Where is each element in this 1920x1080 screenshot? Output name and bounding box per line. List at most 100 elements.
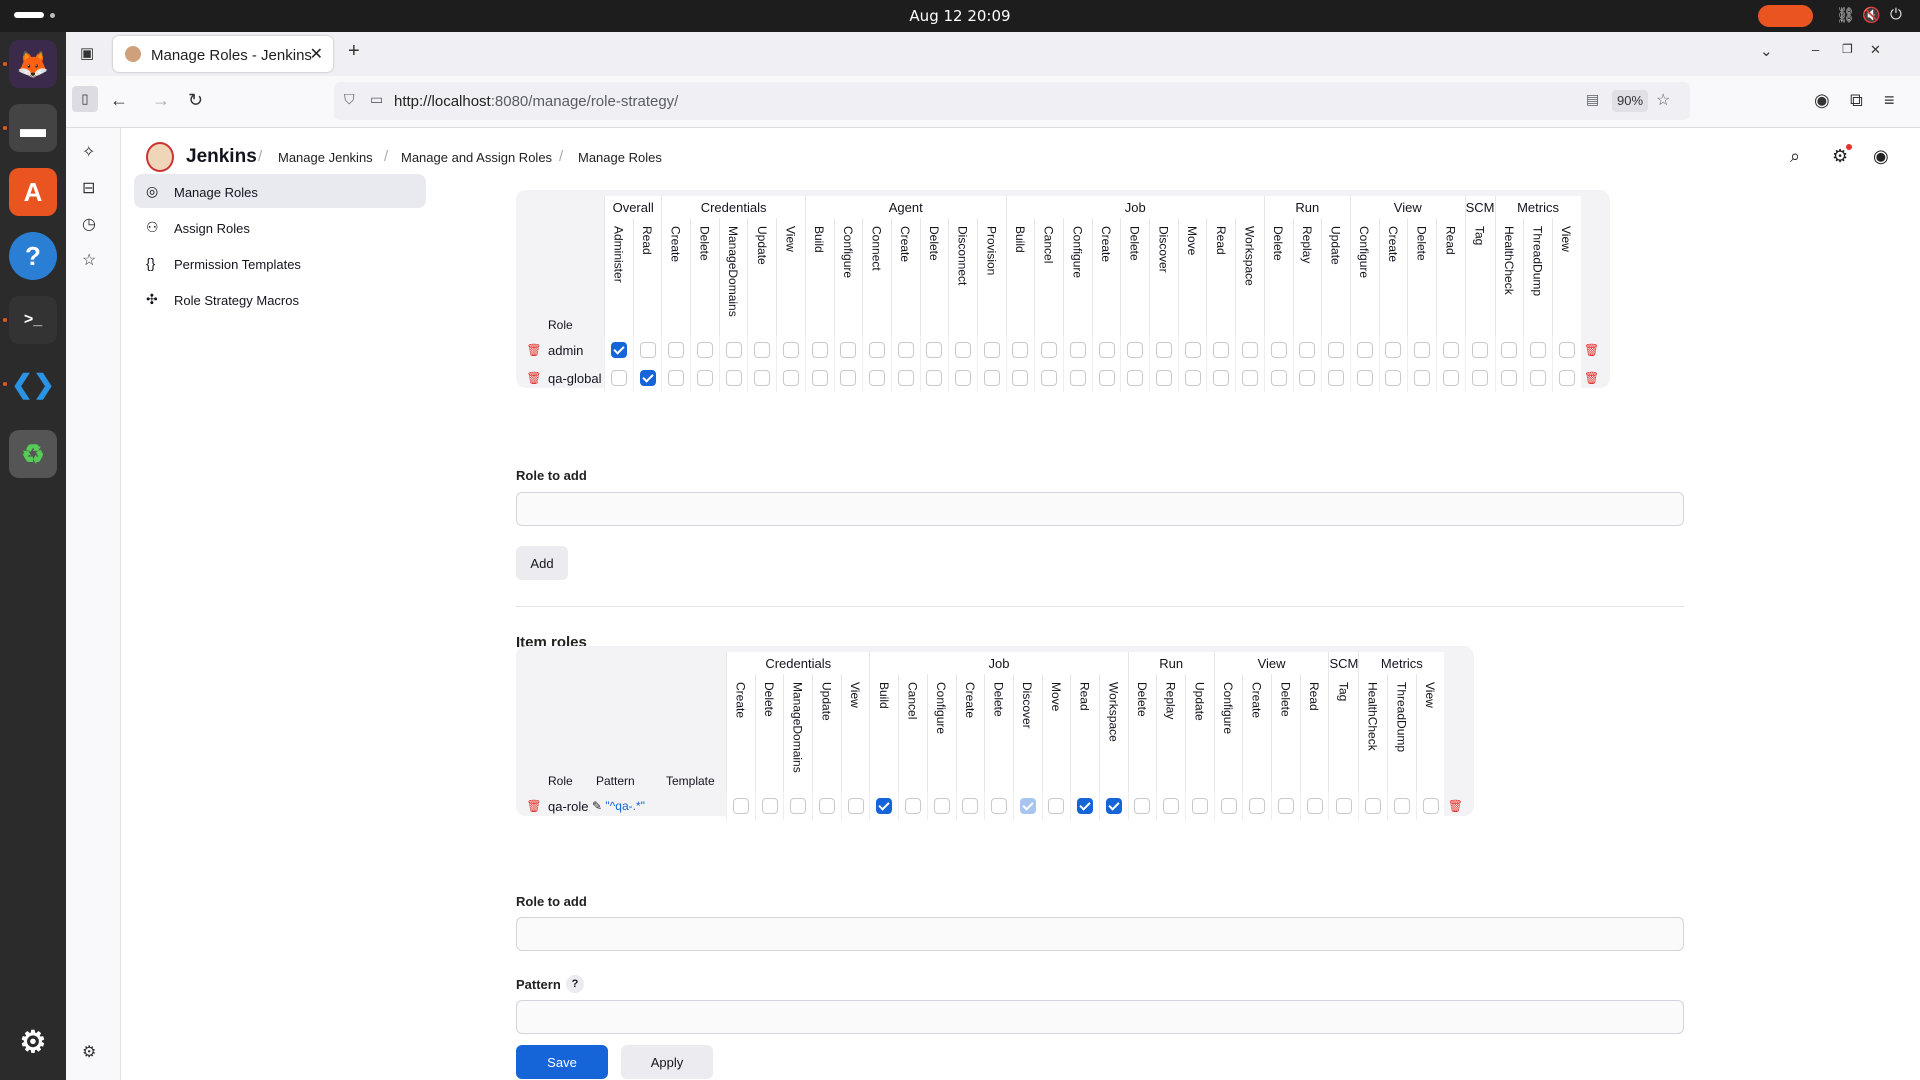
terminal-icon[interactable]: >_ <box>3 296 57 344</box>
permission-checkbox[interactable] <box>1249 797 1266 814</box>
permission-checkbox[interactable] <box>696 369 713 386</box>
permission-checkbox[interactable] <box>955 341 972 358</box>
show-apps-icon[interactable]: ⚙ <box>9 1018 57 1066</box>
role-pattern[interactable]: "^qa-.*" <box>605 799 645 813</box>
permission-checkbox[interactable] <box>1356 341 1373 358</box>
permission-checkbox[interactable] <box>1184 341 1201 358</box>
global-role-to-add-input[interactable] <box>516 492 1684 526</box>
sidebar-item-assign-roles[interactable]: ⚇ Assign Roles <box>134 210 426 244</box>
synced-tabs-icon[interactable]: ⊟ <box>82 178 95 198</box>
permission-checkbox[interactable] <box>732 797 749 814</box>
permission-checkbox[interactable] <box>639 369 656 386</box>
permission-checkbox[interactable] <box>1127 369 1144 386</box>
permission-checkbox[interactable] <box>904 797 921 814</box>
permission-checkbox[interactable] <box>811 369 828 386</box>
breadcrumb-manage-roles[interactable]: Manage Roles <box>578 150 662 165</box>
permission-checkbox[interactable] <box>1328 341 1345 358</box>
permission-checkbox[interactable] <box>725 369 742 386</box>
delete-role-icon[interactable]: 🗑 <box>1584 343 1599 357</box>
browser-tab[interactable]: Manage Roles - Jenkins ✕ <box>113 36 333 72</box>
firefox-icon[interactable]: 🦊 <box>3 40 57 88</box>
permission-checkbox[interactable] <box>1393 797 1410 814</box>
permission-checkbox[interactable] <box>1414 369 1431 386</box>
breadcrumb-manage-jenkins[interactable]: Manage Jenkins <box>278 150 373 165</box>
minimize-icon[interactable]: – <box>1812 42 1819 57</box>
permission-checkbox[interactable] <box>1163 797 1180 814</box>
shield-icon[interactable]: ⛉ <box>344 91 355 108</box>
permission-checkbox[interactable] <box>1098 341 1115 358</box>
permission-checkbox[interactable] <box>1069 341 1086 358</box>
permission-checkbox[interactable] <box>840 369 857 386</box>
permission-checkbox[interactable] <box>983 369 1000 386</box>
permission-checkbox[interactable] <box>847 797 864 814</box>
permission-checkbox[interactable] <box>1472 369 1489 386</box>
permission-checkbox[interactable] <box>1335 797 1352 814</box>
pattern-help-icon[interactable]: ? <box>566 975 584 993</box>
permission-checkbox[interactable] <box>1019 797 1036 814</box>
permission-checkbox[interactable] <box>818 797 835 814</box>
permission-checkbox[interactable] <box>1105 797 1122 814</box>
permission-checkbox[interactable] <box>1270 369 1287 386</box>
extensions-icon[interactable]: ⧉ <box>1850 90 1863 111</box>
permission-checkbox[interactable] <box>1472 341 1489 358</box>
permission-checkbox[interactable] <box>668 341 685 358</box>
sidebar-item-manage-roles[interactable]: ◎ Manage Roles <box>134 174 426 208</box>
reload-icon[interactable]: ↻ <box>188 90 203 111</box>
permission-checkbox[interactable] <box>897 341 914 358</box>
sidebar-item-permission-templates[interactable]: {} Permission Templates <box>134 246 426 280</box>
permission-checkbox[interactable] <box>962 797 979 814</box>
permission-checkbox[interactable] <box>1501 341 1518 358</box>
network-icon[interactable]: ⛓ <box>1836 6 1855 24</box>
permission-checkbox[interactable] <box>782 369 799 386</box>
account-icon[interactable]: ◉ <box>1814 90 1830 111</box>
screen-record-indicator[interactable] <box>1758 5 1813 27</box>
permission-checkbox[interactable] <box>725 341 742 358</box>
permission-checkbox[interactable] <box>1012 341 1029 358</box>
save-button[interactable]: Save <box>516 1045 608 1079</box>
forward-icon[interactable]: → <box>152 90 170 111</box>
permission-checkbox[interactable] <box>926 341 943 358</box>
trash-icon[interactable]: ♻ <box>9 430 57 478</box>
permission-checkbox[interactable] <box>696 341 713 358</box>
permission-checkbox[interactable] <box>1155 341 1172 358</box>
permission-checkbox[interactable] <box>1442 369 1459 386</box>
edit-pattern-icon[interactable]: ✎ <box>592 799 605 813</box>
permission-checkbox[interactable] <box>782 341 799 358</box>
pattern-input[interactable] <box>516 1000 1684 1034</box>
permission-checkbox[interactable] <box>1530 341 1547 358</box>
tab-overflow-icon[interactable]: ⌄ <box>1760 42 1773 60</box>
permission-checkbox[interactable] <box>1241 341 1258 358</box>
sidebar-toggle-icon[interactable]: ▯ <box>72 86 98 112</box>
permission-checkbox[interactable] <box>1191 797 1208 814</box>
permission-checkbox[interactable] <box>668 369 685 386</box>
permission-checkbox[interactable] <box>1098 369 1115 386</box>
reader-view-icon[interactable]: ▤ <box>1586 91 1599 108</box>
customize-sidebar-icon[interactable]: ⚙ <box>82 1042 96 1062</box>
permission-checkbox[interactable] <box>1270 341 1287 358</box>
permission-checkbox[interactable] <box>1127 341 1144 358</box>
permission-checkbox[interactable] <box>1220 797 1237 814</box>
url-bar[interactable]: ⛉ ▭ http://localhost:8080/manage/role-st… <box>334 82 1690 120</box>
delete-role-icon[interactable]: 🗑 <box>526 799 541 813</box>
volume-icon[interactable]: 🔇 <box>1862 6 1881 24</box>
jenkins-home-link[interactable]: Jenkins <box>146 142 257 172</box>
delete-role-icon[interactable]: 🗑 <box>1448 799 1463 813</box>
bookmark-star-icon[interactable]: ☆ <box>1656 90 1670 110</box>
permission-checkbox[interactable] <box>811 341 828 358</box>
permission-checkbox[interactable] <box>1356 369 1373 386</box>
power-icon[interactable]: ⏻ <box>1890 6 1902 23</box>
permission-checkbox[interactable] <box>1414 341 1431 358</box>
zoom-level[interactable]: 90% <box>1612 90 1648 112</box>
permission-checkbox[interactable] <box>933 797 950 814</box>
permission-checkbox[interactable] <box>1328 369 1345 386</box>
permission-checkbox[interactable] <box>1385 369 1402 386</box>
permission-checkbox[interactable] <box>1213 341 1230 358</box>
permission-checkbox[interactable] <box>1530 369 1547 386</box>
tab-list-icon[interactable]: ▣ <box>80 44 94 62</box>
app-center-icon[interactable]: A <box>9 168 57 216</box>
permission-checkbox[interactable] <box>754 341 771 358</box>
permission-checkbox[interactable] <box>1558 369 1575 386</box>
permission-checkbox[interactable] <box>840 341 857 358</box>
permission-checkbox[interactable] <box>610 341 627 358</box>
permission-checkbox[interactable] <box>1299 369 1316 386</box>
